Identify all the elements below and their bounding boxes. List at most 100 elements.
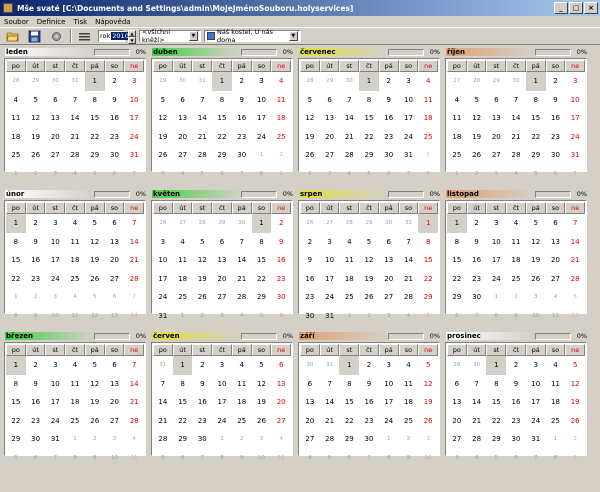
day-cell[interactable]: 5: [359, 233, 379, 252]
day-cell-outside[interactable]: 5: [252, 307, 272, 326]
day-cell[interactable]: 18: [546, 393, 566, 412]
day-cell[interactable]: 31: [399, 146, 419, 165]
day-cell[interactable]: 27: [105, 412, 125, 431]
day-cell[interactable]: 16: [26, 251, 46, 270]
day-cell-outside[interactable]: 2: [467, 165, 487, 184]
day-cell-outside[interactable]: 2: [506, 288, 526, 307]
day-cell-outside[interactable]: 3: [447, 449, 467, 468]
day-cell[interactable]: 11: [399, 375, 419, 394]
day-cell-outside[interactable]: 12: [565, 307, 585, 326]
day-cell-outside[interactable]: 4: [271, 430, 291, 449]
day-cell[interactable]: 2: [232, 72, 252, 91]
day-cell[interactable]: 5: [85, 214, 105, 233]
day-cell-outside[interactable]: 2: [85, 430, 105, 449]
day-cell[interactable]: 19: [300, 128, 320, 147]
day-cell[interactable]: 28: [65, 146, 85, 165]
day-cell[interactable]: 4: [271, 72, 291, 91]
day-cell[interactable]: 3: [45, 356, 65, 375]
day-cell-outside[interactable]: 3: [320, 165, 340, 184]
day-cell[interactable]: 24: [252, 128, 272, 147]
day-cell[interactable]: 13: [105, 375, 125, 394]
day-cell[interactable]: 8: [85, 91, 105, 110]
day-cell[interactable]: 14: [339, 109, 359, 128]
day-cell[interactable]: 15: [359, 109, 379, 128]
day-cell[interactable]: 23: [546, 128, 566, 147]
day-cell[interactable]: 7: [399, 233, 419, 252]
day-cell[interactable]: 7: [232, 233, 252, 252]
day-cell[interactable]: 23: [26, 270, 46, 289]
day-cell[interactable]: 30: [359, 430, 379, 449]
day-cell[interactable]: 18: [506, 251, 526, 270]
chevron-down-icon[interactable]: ▼: [288, 31, 298, 41]
day-cell[interactable]: 18: [65, 251, 85, 270]
day-cell[interactable]: 26: [359, 288, 379, 307]
day-cell[interactable]: 14: [124, 375, 144, 394]
day-cell-outside[interactable]: 11: [124, 449, 144, 468]
day-cell[interactable]: 17: [153, 270, 173, 289]
day-cell[interactable]: 7: [339, 91, 359, 110]
day-cell[interactable]: 14: [192, 109, 212, 128]
day-cell[interactable]: 18: [232, 393, 252, 412]
day-cell[interactable]: 21: [192, 128, 212, 147]
day-cell[interactable]: 30: [300, 307, 320, 326]
day-cell[interactable]: 4: [418, 72, 438, 91]
day-cell[interactable]: 5: [526, 214, 546, 233]
day-cell[interactable]: 25: [506, 270, 526, 289]
day-cell[interactable]: 15: [418, 251, 438, 270]
day-cell[interactable]: 6: [379, 233, 399, 252]
day-cell[interactable]: 19: [565, 393, 585, 412]
day-cell[interactable]: 23: [506, 412, 526, 431]
day-cell[interactable]: 29: [6, 430, 26, 449]
day-cell[interactable]: 24: [486, 270, 506, 289]
day-cell[interactable]: 20: [447, 412, 467, 431]
day-cell[interactable]: 3: [153, 233, 173, 252]
day-cell[interactable]: 23: [467, 270, 487, 289]
day-cell[interactable]: 25: [65, 412, 85, 431]
day-cell[interactable]: 6: [45, 91, 65, 110]
day-cell[interactable]: 10: [526, 375, 546, 394]
day-cell[interactable]: 21: [124, 393, 144, 412]
day-cell-outside[interactable]: 3: [105, 430, 125, 449]
day-cell[interactable]: 12: [467, 109, 487, 128]
day-cell[interactable]: 12: [26, 109, 46, 128]
day-cell[interactable]: 2: [271, 214, 291, 233]
day-cell[interactable]: 5: [26, 91, 46, 110]
church-select[interactable]: Náš kostel, U nás doma ▼: [204, 28, 301, 44]
day-cell-outside[interactable]: 4: [124, 430, 144, 449]
day-cell-outside[interactable]: 7: [399, 165, 419, 184]
day-cell[interactable]: 15: [486, 393, 506, 412]
day-cell[interactable]: 22: [212, 128, 232, 147]
day-cell[interactable]: 25: [232, 412, 252, 431]
day-cell-outside[interactable]: 6: [271, 307, 291, 326]
day-cell[interactable]: 12: [565, 375, 585, 394]
day-cell[interactable]: 22: [173, 412, 193, 431]
day-cell[interactable]: 21: [399, 270, 419, 289]
day-cell[interactable]: 8: [6, 375, 26, 394]
year-field[interactable]: rok 2010: [98, 30, 130, 42]
chevron-down-icon[interactable]: ▼: [188, 31, 198, 41]
day-cell[interactable]: 3: [565, 72, 585, 91]
day-cell[interactable]: 30: [379, 146, 399, 165]
day-cell[interactable]: 4: [506, 214, 526, 233]
day-cell[interactable]: 1: [212, 72, 232, 91]
day-cell[interactable]: 10: [45, 233, 65, 252]
day-cell[interactable]: 24: [124, 128, 144, 147]
day-cell[interactable]: 13: [320, 109, 340, 128]
day-cell[interactable]: 22: [526, 128, 546, 147]
day-cell[interactable]: 11: [447, 109, 467, 128]
day-cell-outside[interactable]: 4: [300, 449, 320, 468]
day-cell[interactable]: 17: [565, 109, 585, 128]
day-cell[interactable]: 3: [252, 72, 272, 91]
day-cell[interactable]: 2: [26, 356, 46, 375]
day-cell-outside[interactable]: 6: [173, 449, 193, 468]
day-cell[interactable]: 4: [232, 356, 252, 375]
day-cell-outside[interactable]: 28: [6, 72, 26, 91]
day-cell[interactable]: 9: [546, 91, 566, 110]
day-cell[interactable]: 17: [45, 251, 65, 270]
day-cell-outside[interactable]: 30: [173, 72, 193, 91]
day-cell[interactable]: 28: [399, 288, 419, 307]
day-cell[interactable]: 8: [526, 91, 546, 110]
day-cell-outside[interactable]: 1: [212, 430, 232, 449]
day-cell[interactable]: 13: [546, 233, 566, 252]
day-cell[interactable]: 26: [300, 146, 320, 165]
